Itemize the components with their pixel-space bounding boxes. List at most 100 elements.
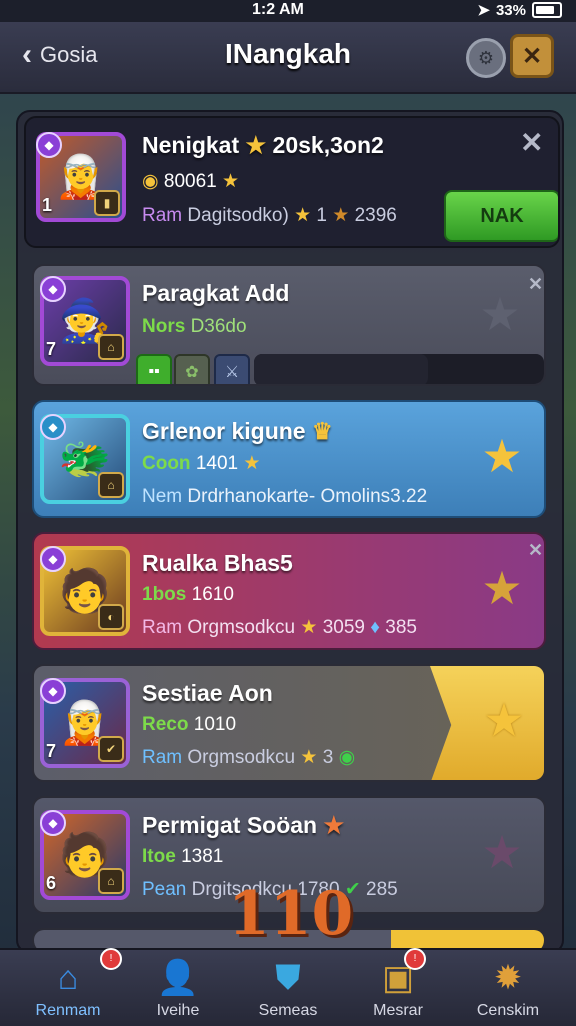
tab-label: Censkim bbox=[476, 1002, 540, 1019]
status-time: 1:2 AM bbox=[252, 1, 304, 18]
tag-value: 1381 bbox=[181, 846, 224, 867]
tag-text: Itoe bbox=[142, 846, 176, 867]
level-number: 7 bbox=[46, 741, 57, 761]
close-icon[interactable]: ✕ bbox=[528, 274, 543, 295]
detail-row: Ram Dagitsodko) ★ 1 ★ 2396 bbox=[142, 204, 397, 227]
detail-text: Orgmsodkcu bbox=[187, 747, 296, 768]
home-icon: ⌂ bbox=[57, 959, 79, 997]
settings-button[interactable]: ⚙ bbox=[466, 38, 506, 78]
detail-prefix: Nem bbox=[142, 486, 183, 507]
shield-icon: ⛊ bbox=[275, 959, 301, 997]
list-item[interactable]: 🧝 ◆ 7 ✔ Sestiae Aon Reco 1010 Ram Orgmso… bbox=[32, 664, 546, 782]
tab-label: Renmam bbox=[35, 1002, 101, 1019]
profile-icon: 👤 bbox=[156, 959, 200, 997]
favorite-star-icon[interactable]: ★ bbox=[476, 562, 528, 614]
tag-row: Coon 1401 ★ bbox=[142, 452, 260, 475]
detail-text: Orgmsodkcu bbox=[187, 617, 296, 638]
stat-value: 3 bbox=[322, 747, 334, 768]
avatar: 🧝 ◆ 7 ✔ bbox=[40, 678, 130, 768]
coin-icon: ◉ bbox=[338, 747, 356, 768]
tag-row: 1bos 1610 bbox=[142, 584, 234, 606]
class-badge-icon: ◐ bbox=[98, 604, 124, 630]
tab-profile[interactable]: 👤 Iveihe bbox=[126, 950, 230, 1026]
tag-value: 1610 bbox=[191, 584, 234, 605]
progress-fill bbox=[254, 354, 428, 384]
coin-value: 80061 bbox=[163, 171, 217, 192]
avatar: 🧙 ◆ 7 ⌂ bbox=[40, 276, 130, 366]
player-name-text: Nenigkat bbox=[142, 132, 240, 158]
star-icon: ★ bbox=[245, 132, 267, 158]
action-button[interactable]: NAK bbox=[444, 190, 558, 242]
list-item[interactable]: 🧑 ◆ ◐ Rualka Bhas5 1bos 1610 Ram Orgmsod… bbox=[32, 532, 546, 650]
star-icon: ★ bbox=[323, 812, 345, 838]
avatar: 🧑 ◆ ◐ bbox=[40, 546, 130, 636]
tab-label: Iveihe bbox=[156, 1002, 200, 1019]
stat-value: 2396 bbox=[354, 205, 397, 226]
favorite-star-icon[interactable]: ★ bbox=[474, 288, 526, 340]
detail-row: Nem Drdrhanokarte- Omolins3.22 bbox=[142, 486, 427, 508]
tag-text: Reco bbox=[142, 714, 189, 735]
crown-icon: ♛ bbox=[311, 418, 333, 444]
top-bar: ‹ Gosia INangkah ⚙ ✕ bbox=[0, 22, 576, 94]
detail-prefix: Pean bbox=[142, 879, 187, 900]
player-name: Grlenor kigune ♛ bbox=[142, 418, 333, 445]
favorite-star-icon[interactable]: ★ bbox=[478, 694, 530, 746]
detail-text: Drdrhanokarte- bbox=[187, 486, 316, 507]
favorite-star-icon[interactable]: ★ bbox=[476, 430, 528, 482]
close-button[interactable]: ✕ bbox=[510, 34, 554, 78]
star-icon: ★ bbox=[332, 205, 350, 226]
avatar: 🐲 ◆ ⌂ bbox=[40, 414, 130, 504]
tab-label: Semeas bbox=[258, 1002, 318, 1019]
tag-row: Itoe 1381 bbox=[142, 846, 223, 868]
gem-icon: ♦ bbox=[370, 617, 380, 638]
status-right: ➤ 33% bbox=[477, 1, 562, 19]
player-name: Rualka Bhas5 bbox=[142, 550, 293, 576]
close-icon[interactable]: ✕ bbox=[528, 540, 543, 561]
level-number: 6 bbox=[46, 873, 57, 893]
status-bar: 1:2 AM ➤ 33% bbox=[0, 0, 576, 22]
class-badge-icon: ✔ bbox=[98, 736, 124, 762]
tag-row: Reco 1010 bbox=[142, 714, 236, 736]
battery-icon bbox=[532, 2, 562, 18]
star-icon: ★ bbox=[300, 617, 318, 638]
gear-icon: ✹ bbox=[493, 959, 523, 997]
notification-badge-icon: ! bbox=[100, 948, 122, 970]
rank-badge-icon: ◆ bbox=[40, 678, 66, 704]
detail-text: Dagitsodko) bbox=[187, 205, 289, 226]
list-item[interactable]: 🧙 ◆ 7 ⌂ Paragkat Add Nors D36do ▪▪ ✿ ⚔ ★… bbox=[32, 264, 546, 386]
tab-chest[interactable]: ▣ Mesrar ! bbox=[346, 948, 450, 1026]
player-name-text: Permigat Soöan bbox=[142, 812, 318, 838]
list-item[interactable]: 🧝 ◆ 1 ▮ Nenigkat ★ 20sk,3on2 ◉ 80061 ★ R… bbox=[24, 116, 560, 248]
detail-row: Ram Orgmsodkcu ★ 3059 ♦ 385 bbox=[142, 616, 417, 639]
detail-prefix: Ram bbox=[142, 617, 183, 638]
class-badge-icon: ⌂ bbox=[98, 472, 124, 498]
tab-settings[interactable]: ✹ Censkim bbox=[456, 950, 560, 1026]
tab-label: Mesrar bbox=[373, 1002, 423, 1019]
detail-prefix: Ram bbox=[142, 205, 183, 226]
tag-value: 1010 bbox=[193, 714, 237, 735]
rank-badge-icon: ◆ bbox=[40, 810, 66, 836]
gem-icon[interactable]: ✿ bbox=[174, 354, 210, 384]
rank-badge-icon: ◆ bbox=[40, 546, 66, 572]
close-icon: ✕ bbox=[521, 42, 543, 70]
list-item[interactable]: 🐲 ◆ ⌂ Grlenor kigune ♛ Coon 1401 ★ Nem D… bbox=[32, 400, 546, 518]
tag-value: 1401 bbox=[195, 453, 239, 474]
tag-value: D36do bbox=[190, 316, 247, 337]
gear-icon: ⚙ bbox=[477, 47, 495, 68]
bottom-tab-bar: ⌂ Renmam ! 👤 Iveihe ⛊ Semeas ▣ Mesrar ! … bbox=[0, 948, 576, 1026]
coin-row: ◉ 80061 ★ bbox=[142, 170, 239, 193]
player-name: Sestiae Aon bbox=[142, 680, 273, 706]
rank-badge-icon: ◆ bbox=[40, 414, 66, 440]
tab-battle[interactable]: ⛊ Semeas bbox=[236, 950, 340, 1026]
sword-icon[interactable]: ⚔ bbox=[214, 354, 250, 384]
tag-row: Nors D36do bbox=[142, 316, 247, 338]
location-icon: ➤ bbox=[477, 2, 490, 19]
item-slot-icon[interactable]: ▪▪ bbox=[136, 354, 172, 384]
class-badge-icon: ⌂ bbox=[98, 868, 124, 894]
favorite-star-icon[interactable]: ★ bbox=[476, 826, 528, 878]
close-icon[interactable]: ✕ bbox=[520, 126, 543, 159]
player-name-text: Grlenor kigune bbox=[142, 418, 306, 444]
avatar: 🧝 ◆ 1 ▮ bbox=[36, 132, 126, 222]
tab-home[interactable]: ⌂ Renmam ! bbox=[16, 948, 122, 1026]
stat-value: 1 bbox=[316, 205, 327, 226]
